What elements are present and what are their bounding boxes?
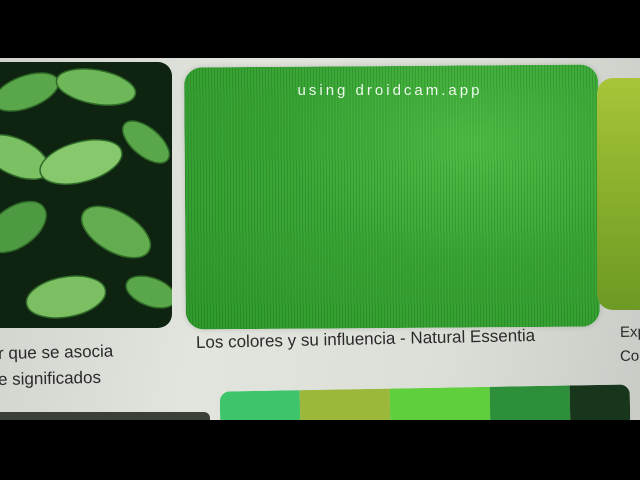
partial-right-card[interactable] <box>597 78 640 310</box>
color-swatch <box>489 385 571 420</box>
right-card-caption-line-1[interactable]: Exp <box>620 323 640 341</box>
leaves-image <box>0 68 172 319</box>
center-card-caption[interactable]: Los colores y su influencia - Natural Es… <box>196 326 536 353</box>
color-swatch <box>299 388 391 420</box>
droidcam-watermark: using droidcam.app <box>297 82 483 99</box>
left-card-caption-line-1[interactable]: r que se asocia <box>0 342 113 364</box>
color-swatch <box>389 386 491 420</box>
pin-grid: using droidcam.app r que se asocia e sig… <box>0 58 640 420</box>
color-swatch-card[interactable] <box>219 384 631 420</box>
bottom-left-card[interactable] <box>0 412 210 420</box>
color-swatch <box>219 390 301 420</box>
green-color-card[interactable] <box>184 64 600 330</box>
color-swatch <box>569 384 631 420</box>
leaves-photo-card[interactable] <box>0 62 172 328</box>
left-card-caption-line-2[interactable]: e significados <box>0 368 101 390</box>
right-card-caption-line-2[interactable]: Co <box>620 348 640 365</box>
